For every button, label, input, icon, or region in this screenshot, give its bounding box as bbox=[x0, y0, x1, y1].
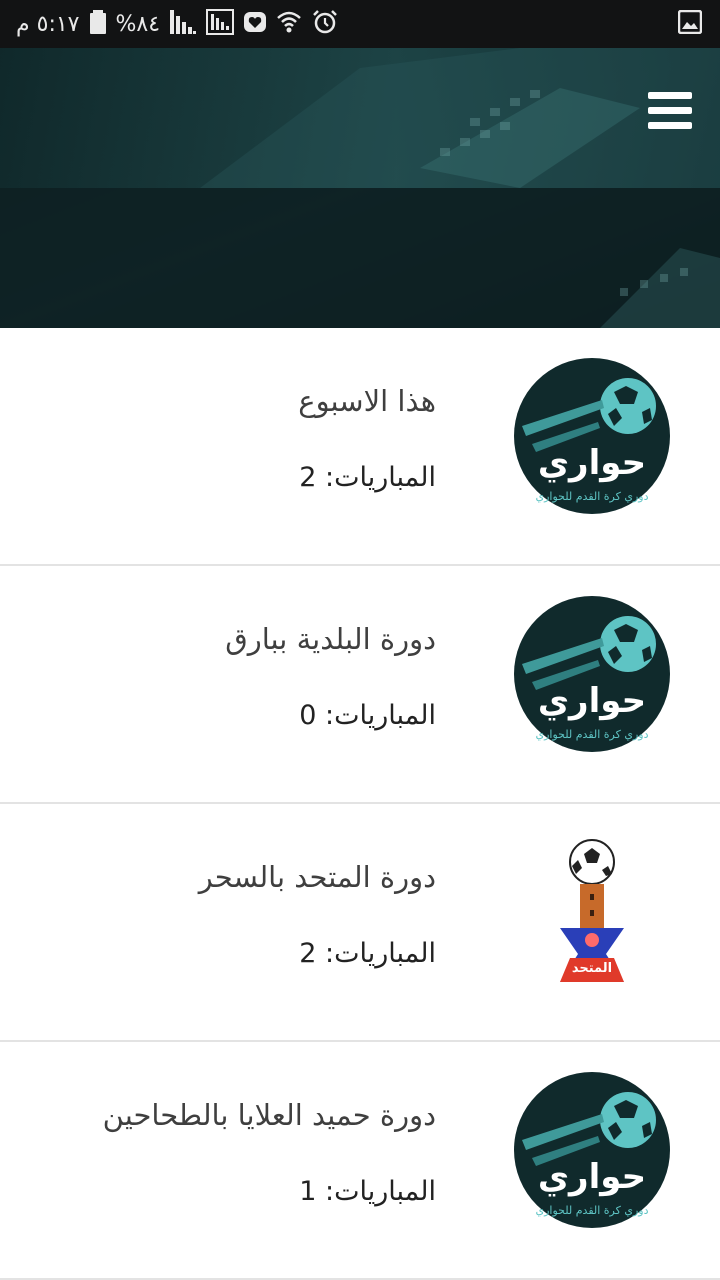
shield-icon bbox=[244, 10, 267, 38]
signal-box-icon bbox=[206, 9, 235, 39]
image-icon bbox=[677, 9, 703, 38]
status-time: ٥:١٧ م bbox=[16, 11, 80, 37]
league-list: هذا الاسبوع المباريات: 2 حواري دوري كرة … bbox=[0, 328, 720, 1280]
status-left: ٥:١٧ م %٨٤ bbox=[16, 0, 338, 48]
svg-text:دوري كرة القدم للحواري: دوري كرة القدم للحواري bbox=[535, 490, 648, 503]
svg-text:حواري: حواري bbox=[538, 443, 646, 483]
hawari-logo: حواري دوري كرة القدم للحواري bbox=[514, 1072, 670, 1228]
league-title: دورة المتحد بالسحر bbox=[198, 860, 436, 894]
svg-text:دوري كرة القدم للحواري: دوري كرة القدم للحواري bbox=[535, 1204, 648, 1217]
status-right bbox=[677, 0, 703, 48]
svg-text:حواري: حواري bbox=[538, 1157, 646, 1197]
wifi-icon bbox=[276, 9, 302, 39]
league-item[interactable]: دورة البلدية ببارق المباريات: 0 حواري دو… bbox=[0, 566, 720, 804]
alarm-icon bbox=[312, 9, 338, 39]
hawari-logo: حواري دوري كرة القدم للحواري bbox=[514, 358, 670, 514]
match-count: المباريات: 1 bbox=[299, 1176, 436, 1207]
battery-percent: %٨٤ bbox=[115, 11, 161, 37]
league-title: هذا الاسبوع bbox=[298, 384, 436, 418]
match-count: المباريات: 2 bbox=[299, 462, 436, 493]
almutahid-logo: المتحد bbox=[560, 839, 624, 982]
header-background bbox=[0, 48, 720, 328]
svg-text:حواري: حواري bbox=[538, 681, 646, 721]
league-item[interactable]: دورة حميد العلايا بالطحاحين المباريات: 1… bbox=[0, 1042, 720, 1280]
status-bar: ٥:١٧ م %٨٤ bbox=[0, 0, 720, 48]
svg-text:المتحد: المتحد bbox=[572, 961, 612, 976]
league-item[interactable]: دورة المتحد بالسحر المباريات: 2 المتحد bbox=[0, 804, 720, 1042]
header-banner bbox=[0, 48, 720, 328]
svg-text:دوري كرة القدم للحواري: دوري كرة القدم للحواري bbox=[535, 728, 648, 741]
league-title: دورة حميد العلايا بالطحاحين bbox=[102, 1098, 436, 1132]
battery-icon bbox=[89, 10, 106, 38]
match-count: المباريات: 2 bbox=[299, 938, 436, 969]
signal-icon bbox=[170, 10, 197, 38]
league-item[interactable]: هذا الاسبوع المباريات: 2 حواري دوري كرة … bbox=[0, 328, 720, 566]
hawari-logo: حواري دوري كرة القدم للحواري bbox=[514, 596, 670, 752]
hamburger-menu-icon[interactable] bbox=[648, 92, 694, 132]
match-count: المباريات: 0 bbox=[299, 700, 436, 731]
league-title: دورة البلدية ببارق bbox=[225, 622, 436, 656]
